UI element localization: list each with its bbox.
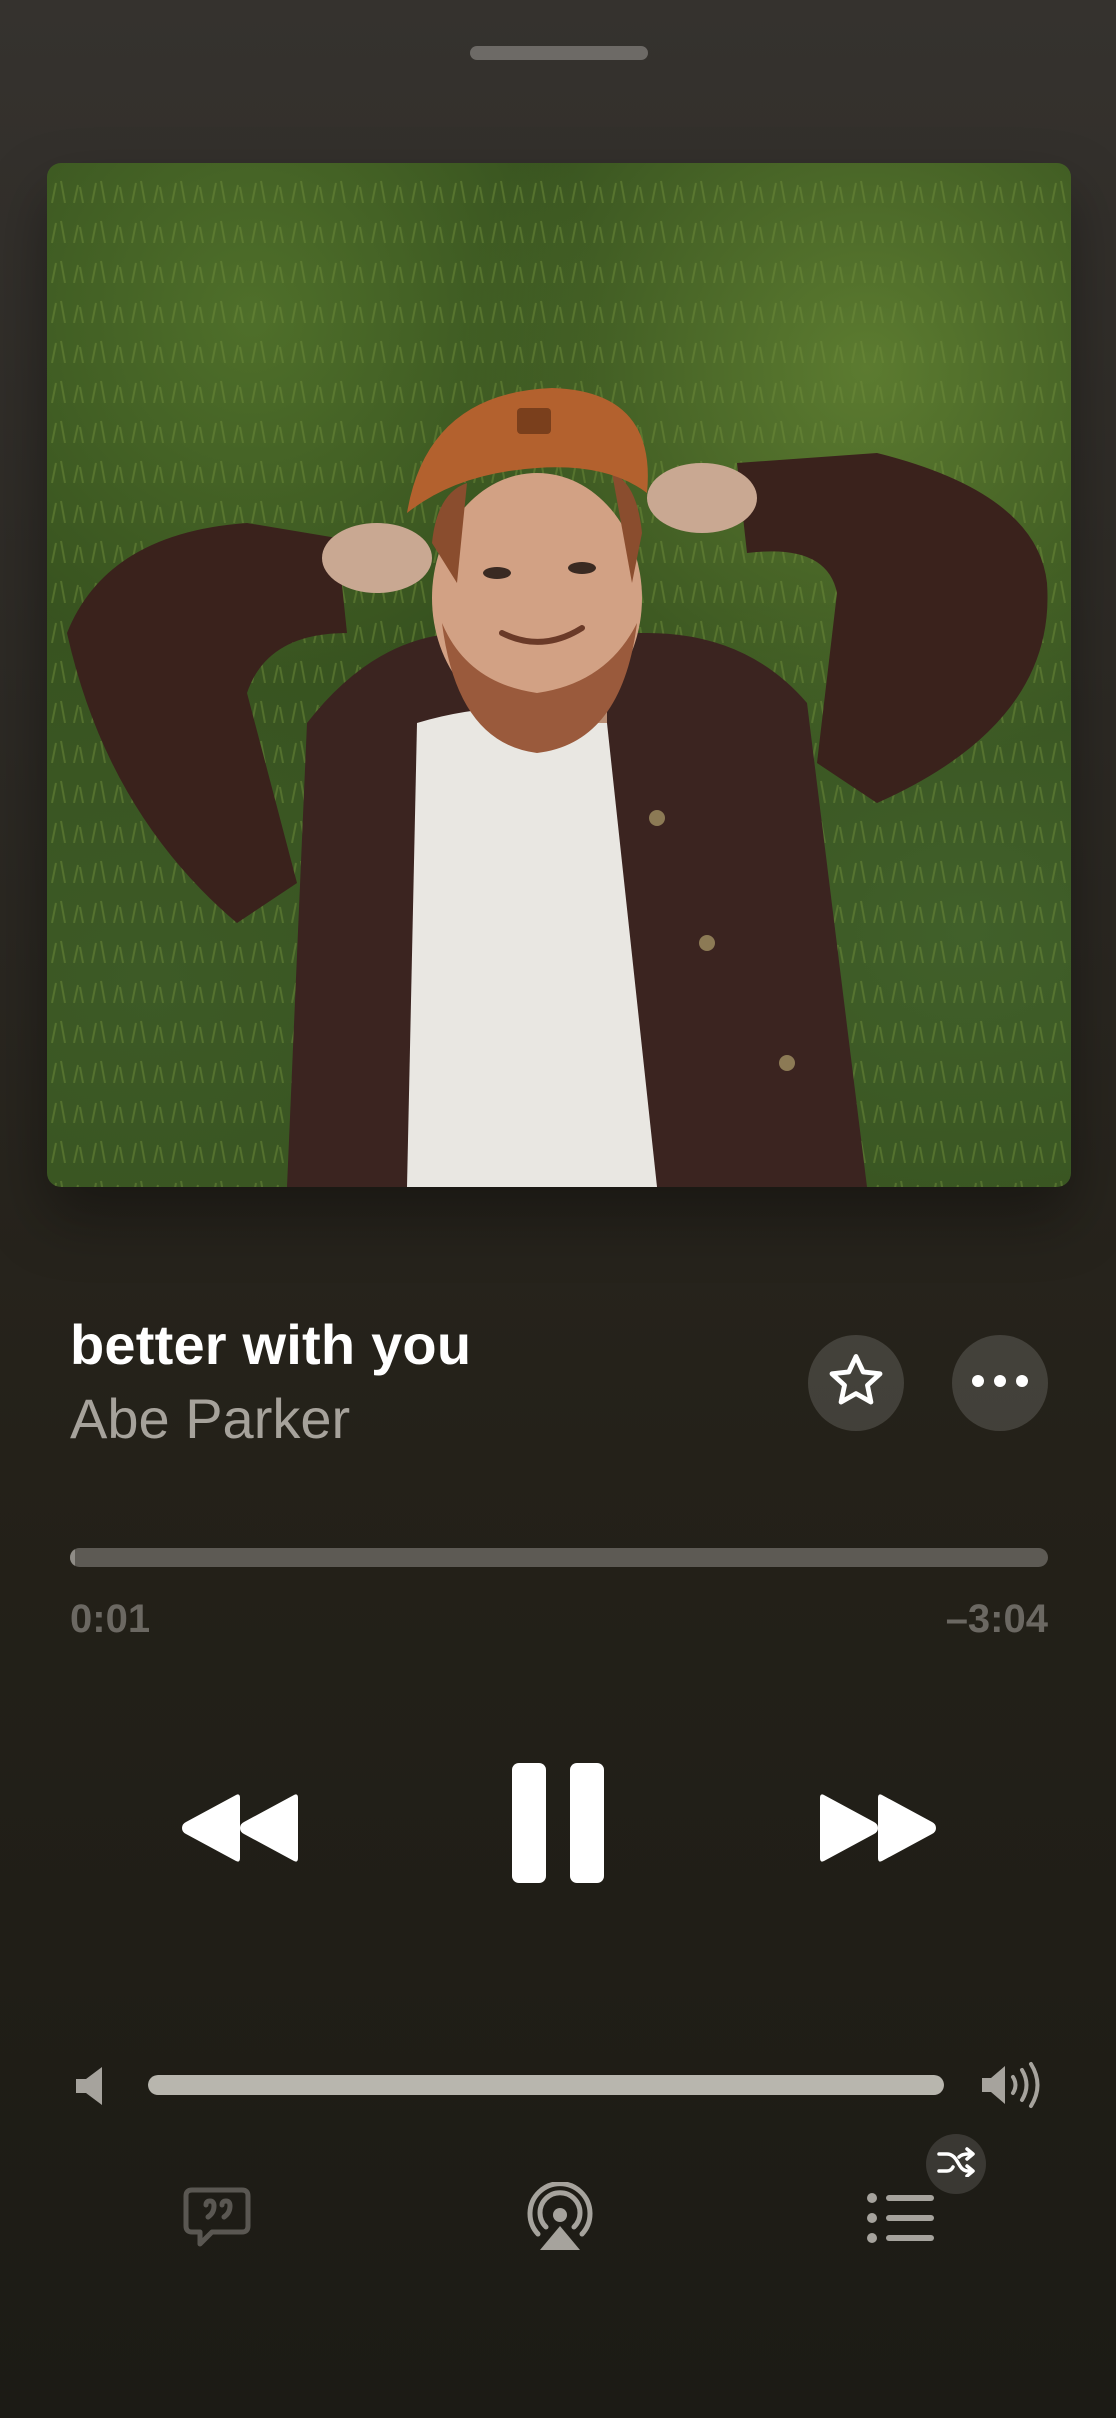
lyrics-icon: [182, 2187, 252, 2254]
artist-name[interactable]: Abe Parker: [70, 1386, 350, 1451]
pause-icon: [512, 1762, 604, 1888]
fast-forward-button[interactable]: [808, 1780, 948, 1880]
queue-button[interactable]: [866, 2190, 936, 2246]
song-title[interactable]: better with you: [70, 1312, 471, 1377]
rewind-icon: [178, 1791, 302, 1870]
speaker-low-icon: [74, 2064, 114, 2108]
volume-slider[interactable]: [148, 2075, 944, 2095]
album-artwork: [47, 163, 1071, 1187]
shuffle-indicator[interactable]: [926, 2134, 986, 2194]
progress-scrubber[interactable]: [70, 1548, 1048, 1567]
shuffle-icon: [937, 2146, 975, 2182]
favorite-button[interactable]: [808, 1335, 904, 1431]
rewind-button[interactable]: [170, 1780, 310, 1880]
more-button[interactable]: [952, 1335, 1048, 1431]
remaining-time: –3:04: [945, 1597, 1048, 1641]
star-icon: [824, 1349, 888, 1418]
elapsed-time: 0:01: [70, 1597, 151, 1641]
sheet-grabber[interactable]: [470, 46, 648, 60]
more-icon: [970, 1373, 1030, 1394]
lyrics-button[interactable]: [182, 2186, 252, 2250]
airplay-button[interactable]: [524, 2181, 596, 2254]
queue-list-icon: [866, 2193, 936, 2250]
speaker-high-icon: [980, 2060, 1044, 2110]
progress-fill: [70, 1548, 75, 1567]
volume-fill: [148, 2075, 944, 2095]
fast-forward-icon: [816, 1791, 940, 1870]
airplay-icon: [524, 2181, 596, 2258]
pause-button[interactable]: [500, 1760, 616, 1890]
